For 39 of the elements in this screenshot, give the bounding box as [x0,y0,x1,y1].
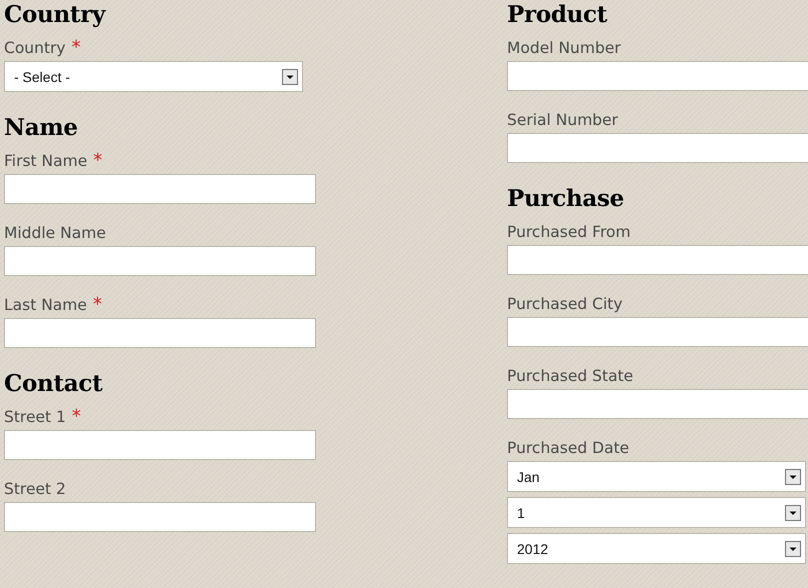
dropdown[interactable]: 1 [507,497,806,528]
section-heading: Name [4,113,78,143]
input-field[interactable] [4,430,316,460]
input-field[interactable] [507,61,808,91]
field-label: Purchased City [507,294,623,314]
dropdown[interactable]: Jan [507,461,806,492]
input-field[interactable] [507,317,808,347]
input-field[interactable] [4,174,316,204]
caret-icon [785,540,801,556]
field-label: Purchased State [507,366,634,386]
field-label: Purchased Date [507,438,630,458]
required-asterisk: * [92,295,102,315]
dropdown[interactable]: - Select - [4,61,303,92]
input-field[interactable] [507,245,808,275]
required-asterisk: * [93,151,102,171]
field-label: Purchased From [507,222,631,242]
field-label: Serial Number [507,110,618,130]
input-field[interactable] [4,246,316,276]
required-asterisk: * [72,407,81,427]
field-label: Street 1 [4,407,66,427]
section-heading: Country [4,0,106,30]
input-field[interactable] [4,318,316,348]
dropdown[interactable]: 2012 [507,533,806,564]
input-field[interactable] [4,502,316,532]
section-heading: Product [507,0,608,30]
field-label: Model Number [507,38,621,58]
field-label: Last Name [4,295,87,315]
section-heading: Contact [4,369,102,399]
caret-icon [282,68,298,84]
field-label: Country [4,38,66,58]
field-label: Middle Name [4,223,106,243]
input-field[interactable] [507,389,808,419]
input-field[interactable] [507,133,808,163]
required-asterisk: * [72,38,81,58]
field-label: Street 2 [4,479,66,499]
field-label: First Name [4,151,88,171]
section-heading: Purchase [507,184,624,214]
caret-icon [785,468,801,484]
caret-icon [785,504,801,520]
